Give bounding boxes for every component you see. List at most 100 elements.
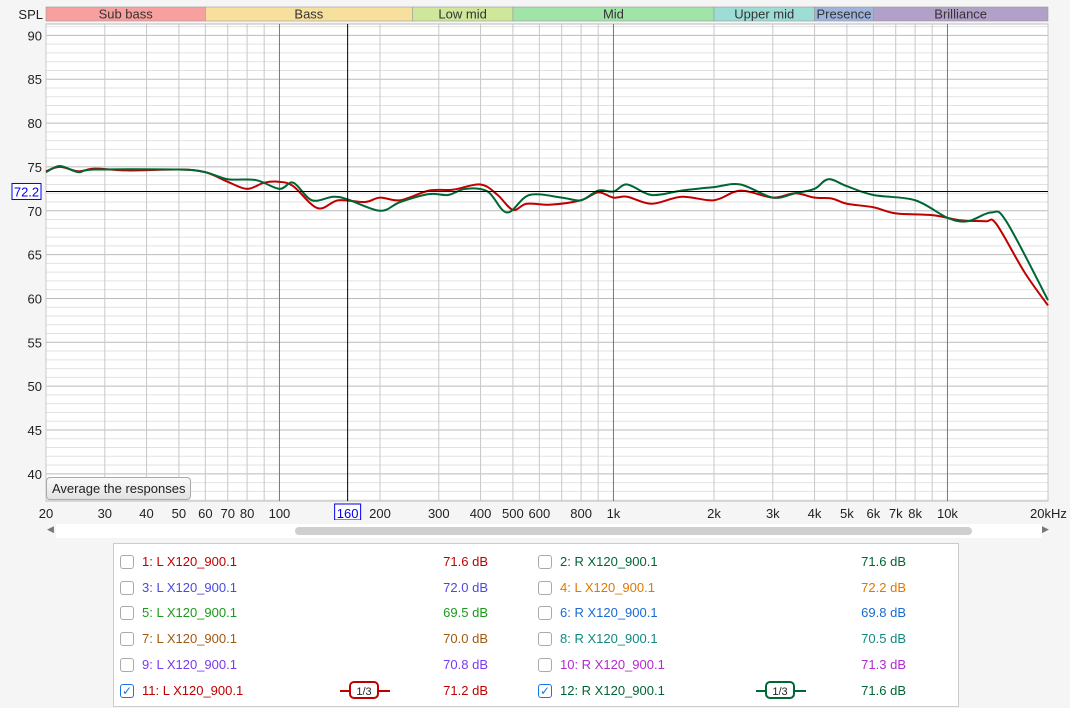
legend-item[interactable]: ✓ 11: L X120_900.1 1/3 71.2 dB xyxy=(120,680,530,701)
band-label: Upper mid xyxy=(734,7,794,22)
y-tick-label: 50 xyxy=(28,379,42,394)
x-tick-label: 10k xyxy=(937,506,958,520)
x-tick-label: 5k xyxy=(840,506,854,520)
legend-value: 70.5 dB xyxy=(861,631,906,647)
legend-item[interactable]: 10: R X120_900.1 71.3 dB xyxy=(538,655,948,675)
band-label: Sub bass xyxy=(99,7,154,22)
scrollbar-thumb[interactable] xyxy=(295,527,972,535)
legend-label: 2: R X120_900.1 xyxy=(560,554,658,569)
legend-label: 4: L X120_900.1 xyxy=(560,579,655,595)
x-tick-label: 4k xyxy=(808,506,822,520)
legend-value: 72.2 dB xyxy=(861,579,906,595)
legend-checkbox[interactable] xyxy=(120,657,134,672)
band-label: Bass xyxy=(294,7,323,22)
x-tick-label: 20kHz xyxy=(1030,506,1067,520)
x-tick-label: 500 xyxy=(502,506,524,520)
band-label: Brilliance xyxy=(934,7,987,22)
x-tick-label: 2k xyxy=(707,506,721,520)
legend-item[interactable]: 2: R X120_900.1 71.6 dB xyxy=(538,552,948,572)
legend-checkbox[interactable] xyxy=(538,580,552,595)
average-responses-button[interactable]: Average the responses xyxy=(46,477,192,500)
legend-item[interactable]: 8: R X120_900.1 70.5 dB xyxy=(538,629,948,649)
legend-item[interactable]: 7: L X120_900.1 70.0 dB xyxy=(120,629,530,649)
legend-checkbox[interactable] xyxy=(120,632,134,647)
plot-area xyxy=(45,23,1049,502)
legend-value: 71.2 dB xyxy=(443,682,488,698)
legend-value: 69.8 dB xyxy=(861,605,906,621)
y-tick-label: 55 xyxy=(28,335,42,350)
legend-item[interactable]: 4: L X120_900.1 72.2 dB xyxy=(538,578,948,598)
y-tick-label: 80 xyxy=(28,116,42,131)
x-tick-label: 600 xyxy=(529,506,551,520)
x-tick-label: 800 xyxy=(570,506,592,520)
legend-label: 1: L X120_900.1 xyxy=(142,554,237,569)
frequency-response-chart[interactable]: SPL Sub bass Bass Low mid Mid Upper mid Prese… xyxy=(0,0,1070,520)
legend-item[interactable]: 9: L X120_900.1 70.8 dB xyxy=(120,655,530,675)
smoothing-badge[interactable]: 1/3 xyxy=(340,680,390,701)
legend-checkbox[interactable] xyxy=(120,606,134,621)
legend-checkbox[interactable] xyxy=(538,632,552,647)
legend-label: 11: L X120_900.1 xyxy=(142,682,244,698)
legend-checkbox[interactable] xyxy=(538,606,552,621)
y-tick-label: 60 xyxy=(28,291,42,306)
x-tick-label: 40 xyxy=(139,506,153,520)
legend-label: 10: R X120_900.1 xyxy=(560,656,665,672)
x-tick-label: 1k xyxy=(607,506,621,520)
y-tick-label: 85 xyxy=(28,72,42,87)
y-tick-label: 70 xyxy=(28,204,42,219)
y-tick-label: 75 xyxy=(28,160,42,175)
scroll-right-icon[interactable]: ▶ xyxy=(1042,524,1049,535)
x-tick-label: 7k xyxy=(889,506,903,520)
legend-item[interactable]: ✓ 12: R X120_900.1 1/3 71.6 dB xyxy=(538,680,948,701)
legend-value: 71.6 dB xyxy=(861,682,906,698)
legend-label: 5: L X120_900.1 xyxy=(142,605,237,621)
x-tick-label: 100 xyxy=(269,506,291,520)
legend-item[interactable]: 5: L X120_900.1 69.5 dB xyxy=(120,603,530,623)
cursor-y-readout: 72.2 xyxy=(14,184,39,199)
smoothing-badge[interactable]: 1/3 xyxy=(756,680,806,701)
legend-value: 71.6 dB xyxy=(443,554,488,569)
x-tick-label: 6k xyxy=(866,506,880,520)
legend-value: 72.0 dB xyxy=(443,579,488,595)
x-tick-label: 60 xyxy=(198,506,212,520)
x-tick-label: 50 xyxy=(172,506,186,520)
legend-value: 70.0 dB xyxy=(443,631,488,647)
horizontal-scrollbar[interactable] xyxy=(56,524,1042,538)
y-tick-label: 45 xyxy=(28,423,42,438)
legend-label: 3: L X120_900.1 xyxy=(142,579,237,595)
legend-checkbox[interactable] xyxy=(120,555,134,569)
band-label: Low mid xyxy=(438,7,486,22)
legend-value: 71.3 dB xyxy=(861,656,906,672)
y-tick-label: 90 xyxy=(28,28,42,43)
y-axis-label: SPL xyxy=(18,7,43,22)
x-tick-label: 200 xyxy=(369,506,391,520)
y-tick-label: 40 xyxy=(28,467,42,482)
legend-item[interactable]: 6: R X120_900.1 69.8 dB xyxy=(538,603,948,623)
x-tick-label: 20 xyxy=(39,506,53,520)
x-tick-label: 80 xyxy=(240,506,254,520)
x-tick-label: 400 xyxy=(470,506,492,520)
x-tick-label: 3k xyxy=(766,506,780,520)
legend-checkbox[interactable] xyxy=(120,580,134,595)
x-tick-label: 300 xyxy=(428,506,450,520)
legend-label: 6: R X120_900.1 xyxy=(560,605,658,621)
legend-checkbox[interactable] xyxy=(538,657,552,672)
x-tick-label: 8k xyxy=(908,506,922,520)
legend-label: 12: R X120_900.1 xyxy=(560,682,665,698)
legend-panel: 1: L X120_900.1 71.6 dB 2: R X120_900.1 … xyxy=(113,543,959,707)
y-tick-label: 65 xyxy=(28,248,42,263)
legend-value: 69.5 dB xyxy=(443,605,488,621)
legend-label: 9: L X120_900.1 xyxy=(142,656,237,672)
cursor-x-readout: 160 xyxy=(337,506,359,520)
legend-item[interactable]: 3: L X120_900.1 72.0 dB xyxy=(120,578,530,598)
legend-label: 8: R X120_900.1 xyxy=(560,631,658,647)
legend-checkbox[interactable]: ✓ xyxy=(120,683,134,698)
band-label: Mid xyxy=(603,7,624,22)
legend-item[interactable]: 1: L X120_900.1 71.6 dB xyxy=(120,552,530,572)
legend-label: 7: L X120_900.1 xyxy=(142,631,237,647)
legend-checkbox[interactable]: ✓ xyxy=(538,683,552,698)
scroll-left-icon[interactable]: ◀ xyxy=(47,524,54,535)
legend-checkbox[interactable] xyxy=(538,555,552,569)
x-tick-label: 30 xyxy=(98,506,112,520)
x-tick-label: 70 xyxy=(220,506,234,520)
